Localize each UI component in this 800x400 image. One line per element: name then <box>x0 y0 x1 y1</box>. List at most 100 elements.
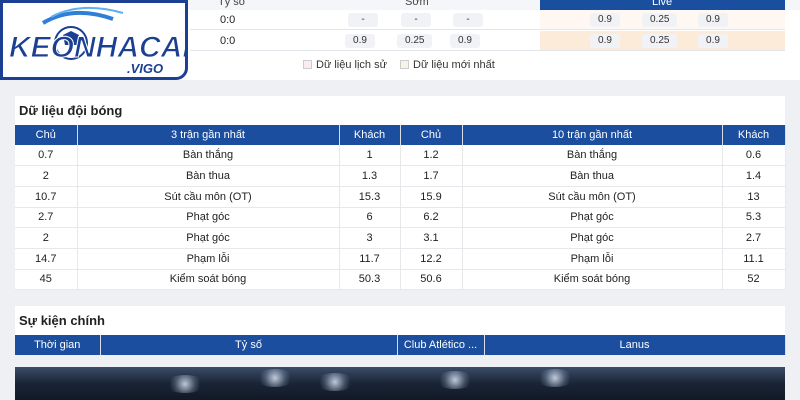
home-10-value: 1.2 <box>400 145 463 167</box>
site-logo[interactable]: KEONHACAI .VIGO <box>0 0 188 80</box>
table-row: 45 Kiểm soát bóng 50.3 50.6 Kiểm soát bóng 52 <box>15 269 786 291</box>
stat-label: Bàn thua <box>462 165 723 187</box>
events-header-row: Thời gian Tỷ số Club Atlético ... Lanus <box>15 335 786 355</box>
away-10-value: 1.4 <box>722 165 786 187</box>
events-panel: Sự kiện chính Thời gian Tỷ số Club Atlét… <box>15 306 786 355</box>
table-row: 10.7 Sút cầu môn (OT) 15.3 15.9 Sút cầu môn … <box>15 186 786 208</box>
odds-score: 0:0 <box>220 35 236 47</box>
odds-early-value[interactable]: - <box>453 13 483 27</box>
floodlight-icon <box>255 369 295 387</box>
col-away: Khách <box>339 125 401 145</box>
away-10-value: 52 <box>722 269 786 291</box>
stat-label: Phạt góc <box>462 207 723 229</box>
table-row: 2 Phạt góc 3 3.1 Phạt góc 2.7 <box>15 227 786 249</box>
col-last-3: 3 trận gần nhất <box>77 125 340 145</box>
odds-early-value[interactable]: 0.9 <box>450 34 480 48</box>
odds-early-value[interactable]: - <box>348 13 378 27</box>
col-score: Tỷ số <box>100 335 398 355</box>
floodlight-icon <box>315 373 355 391</box>
logo-icon: KEONHACAI .VIGO <box>9 6 185 76</box>
odds-live-value[interactable]: 0.25 <box>642 34 678 48</box>
col-home-team[interactable]: Club Atlético ... <box>397 335 485 355</box>
table-row: 2.7 Phạt góc 6 6.2 Phạt góc 5.3 <box>15 207 786 229</box>
stat-label: Bàn thắng <box>77 145 340 167</box>
away-10-value: 13 <box>722 186 786 208</box>
stat-label: Phạt góc <box>462 227 723 249</box>
home-3-value: 10.7 <box>15 186 78 208</box>
home-10-value: 3.1 <box>400 227 463 249</box>
history-swatch-icon <box>303 60 312 69</box>
odds-row: 0:0 - - - 0.9 0.25 0.9 <box>190 10 785 30</box>
stat-label: Kiểm soát bóng <box>462 269 723 291</box>
home-3-value: 45 <box>15 269 78 291</box>
stat-label: Phạm lỗi <box>462 248 723 270</box>
away-3-value: 11.7 <box>339 248 401 270</box>
col-home: Chủ <box>400 125 463 145</box>
home-3-value: 2 <box>15 165 78 187</box>
odds-header-live: Live <box>540 0 785 10</box>
table-row: 0.7 Bàn thắng 1 1.2 Bàn thắng 0.6 <box>15 145 786 167</box>
events-title: Sự kiện chính <box>19 313 105 328</box>
away-3-value: 6 <box>339 207 401 229</box>
away-10-value: 2.7 <box>722 227 786 249</box>
table-row: 14.7 Phạm lỗi 11.7 12.2 Phạm lỗi 11.1 <box>15 248 786 270</box>
odds-early-value[interactable]: 0.9 <box>345 34 375 48</box>
latest-swatch-icon <box>400 60 409 69</box>
floodlight-icon <box>535 369 575 387</box>
away-10-value: 0.6 <box>722 145 786 167</box>
team-data-header-row: Chủ 3 trận gần nhất Khách Chủ 10 trận gầ… <box>15 125 786 145</box>
away-3-value: 1 <box>339 145 401 167</box>
odds-row: 0:0 0.9 0.25 0.9 0.9 0.25 0.9 <box>190 31 785 51</box>
home-10-value: 15.9 <box>400 186 463 208</box>
home-3-value: 0.7 <box>15 145 78 167</box>
home-10-value: 6.2 <box>400 207 463 229</box>
team-data-table: Chủ 3 trận gần nhất Khách Chủ 10 trận gầ… <box>15 125 786 291</box>
stat-label: Sút cầu môn (OT) <box>77 186 340 208</box>
stat-label: Phạt góc <box>77 227 340 249</box>
odds-header-score: Tỷ số <box>218 0 245 8</box>
logo-brand-text: KEONHACAI <box>9 31 185 64</box>
odds-score: 0:0 <box>220 14 236 26</box>
odds-live-value[interactable]: 0.9 <box>698 13 728 27</box>
col-last-10: 10 trận gần nhất <box>462 125 723 145</box>
stat-label: Sút cầu môn (OT) <box>462 186 723 208</box>
stat-label: Kiểm soát bóng <box>77 269 340 291</box>
logo-sub-text: .VIGO <box>127 61 163 76</box>
col-away-team[interactable]: Lanus <box>484 335 786 355</box>
col-home: Chủ <box>15 125 78 145</box>
home-3-value: 2.7 <box>15 207 78 229</box>
odds-live-value[interactable]: 0.9 <box>590 34 620 48</box>
home-10-value: 50.6 <box>400 269 463 291</box>
home-3-value: 14.7 <box>15 248 78 270</box>
odds-early-value[interactable]: - <box>401 13 431 27</box>
away-10-value: 5.3 <box>722 207 786 229</box>
stat-label: Bàn thắng <box>462 145 723 167</box>
events-table: Thời gian Tỷ số Club Atlético ... Lanus <box>15 335 786 355</box>
odds-header-early: Sớm <box>405 0 429 8</box>
odds-live-value[interactable]: 0.9 <box>698 34 728 48</box>
team-data-title: Dữ liệu đội bóng <box>19 103 123 118</box>
home-3-value: 2 <box>15 227 78 249</box>
home-10-value: 12.2 <box>400 248 463 270</box>
legend-history[interactable]: Dữ liệu lịch sử <box>303 59 387 71</box>
odds-live-value[interactable]: 0.9 <box>590 13 620 27</box>
away-3-value: 50.3 <box>339 269 401 291</box>
floodlight-icon <box>165 375 205 393</box>
stadium-banner <box>15 367 785 400</box>
odds-early-value[interactable]: 0.25 <box>397 34 433 48</box>
odds-live-value[interactable]: 0.25 <box>642 13 678 27</box>
table-row: 2 Bàn thua 1.3 1.7 Bàn thua 1.4 <box>15 165 786 187</box>
away-3-value: 3 <box>339 227 401 249</box>
stat-label: Phạt góc <box>77 207 340 229</box>
stat-label: Phạm lỗi <box>77 248 340 270</box>
away-10-value: 11.1 <box>722 248 786 270</box>
legend-latest[interactable]: Dữ liệu mới nhất <box>400 59 495 71</box>
floodlight-icon <box>435 371 475 389</box>
stat-label: Bàn thua <box>77 165 340 187</box>
team-data-panel: Dữ liệu đội bóng Chủ 3 trận gần nhất Khá… <box>15 96 786 291</box>
col-away: Khách <box>722 125 786 145</box>
away-3-value: 1.3 <box>339 165 401 187</box>
away-3-value: 15.3 <box>339 186 401 208</box>
col-time: Thời gian <box>15 335 101 355</box>
home-10-value: 1.7 <box>400 165 463 187</box>
